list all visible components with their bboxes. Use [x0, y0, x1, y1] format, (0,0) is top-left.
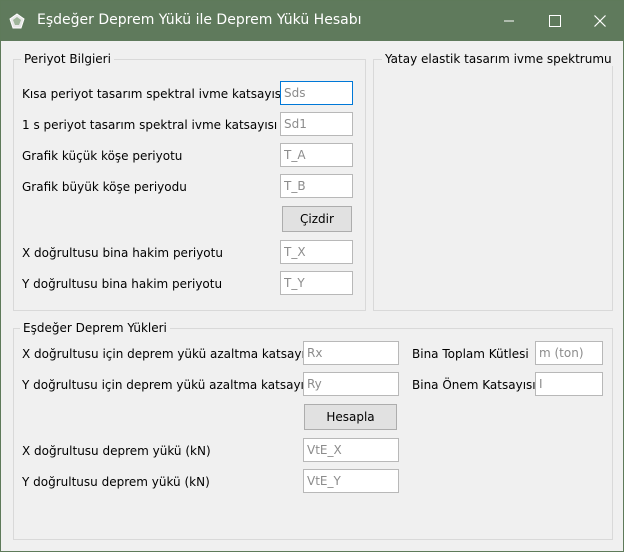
window-title: Eşdeğer Deprem Yükü ile Deprem Yükü Hesa… — [37, 12, 362, 28]
ty-label: Y doğrultusu bina hakim periyotu — [22, 277, 223, 291]
ry-label: Y doğrultusu için deprem yükü azaltma ka… — [22, 378, 314, 392]
sd1-input[interactable] — [280, 112, 353, 136]
tx-input[interactable] — [280, 240, 353, 264]
sds-input[interactable] — [280, 81, 353, 105]
ry-input[interactable] — [303, 372, 399, 396]
app-icon — [9, 13, 25, 29]
ta-input[interactable] — [280, 143, 353, 167]
sds-label: Kısa periyot tasarım spektral ivme katsa… — [22, 87, 285, 101]
maximize-button[interactable] — [532, 1, 578, 41]
app-window: Eşdeğer Deprem Yükü ile Deprem Yükü Hesa… — [0, 0, 624, 552]
close-button[interactable] — [577, 1, 623, 41]
sd1-label: 1 s periyot tasarım spektral ivme katsay… — [22, 118, 278, 132]
importance-label: Bina Önem Katsayısı — [412, 378, 536, 392]
ty-input[interactable] — [280, 271, 353, 295]
spektrum-group — [373, 59, 613, 311]
yukler-group-title: Eşdeğer Deprem Yükleri — [20, 321, 170, 335]
maximize-icon — [549, 15, 561, 27]
vte-x-label: X doğrultusu deprem yükü (kN) — [22, 444, 211, 458]
spektrum-group-title: Yatay elastik tasarım ivme spektrumu — [382, 52, 615, 66]
draw-button[interactable]: Çizdir — [282, 206, 352, 232]
rx-input[interactable] — [303, 341, 399, 365]
vte-x-output[interactable] — [303, 438, 399, 462]
mass-label: Bina Toplam Kütlesi — [412, 347, 529, 361]
tb-label: Grafik büyük köşe periyodu — [22, 180, 187, 194]
minimize-icon — [504, 20, 514, 22]
close-icon — [594, 15, 606, 27]
mass-input[interactable] — [535, 341, 603, 365]
periyot-group-title: Periyot Bilgieri — [21, 52, 114, 66]
importance-input[interactable] — [535, 372, 603, 396]
title-bar[interactable]: Eşdeğer Deprem Yükü ile Deprem Yükü Hesa… — [1, 1, 623, 41]
ta-label: Grafik küçük köşe periyotu — [22, 149, 183, 163]
tb-input[interactable] — [280, 174, 353, 198]
rx-label: X doğrultusu için deprem yükü azaltma ka… — [22, 347, 315, 361]
minimize-button[interactable] — [486, 1, 532, 41]
vte-y-output[interactable] — [303, 469, 399, 493]
vte-y-label: Y doğrultusu deprem yükü (kN) — [22, 475, 210, 489]
tx-label: X doğrultusu bina hakim periyotu — [22, 246, 223, 260]
calculate-button[interactable]: Hesapla — [304, 404, 397, 430]
